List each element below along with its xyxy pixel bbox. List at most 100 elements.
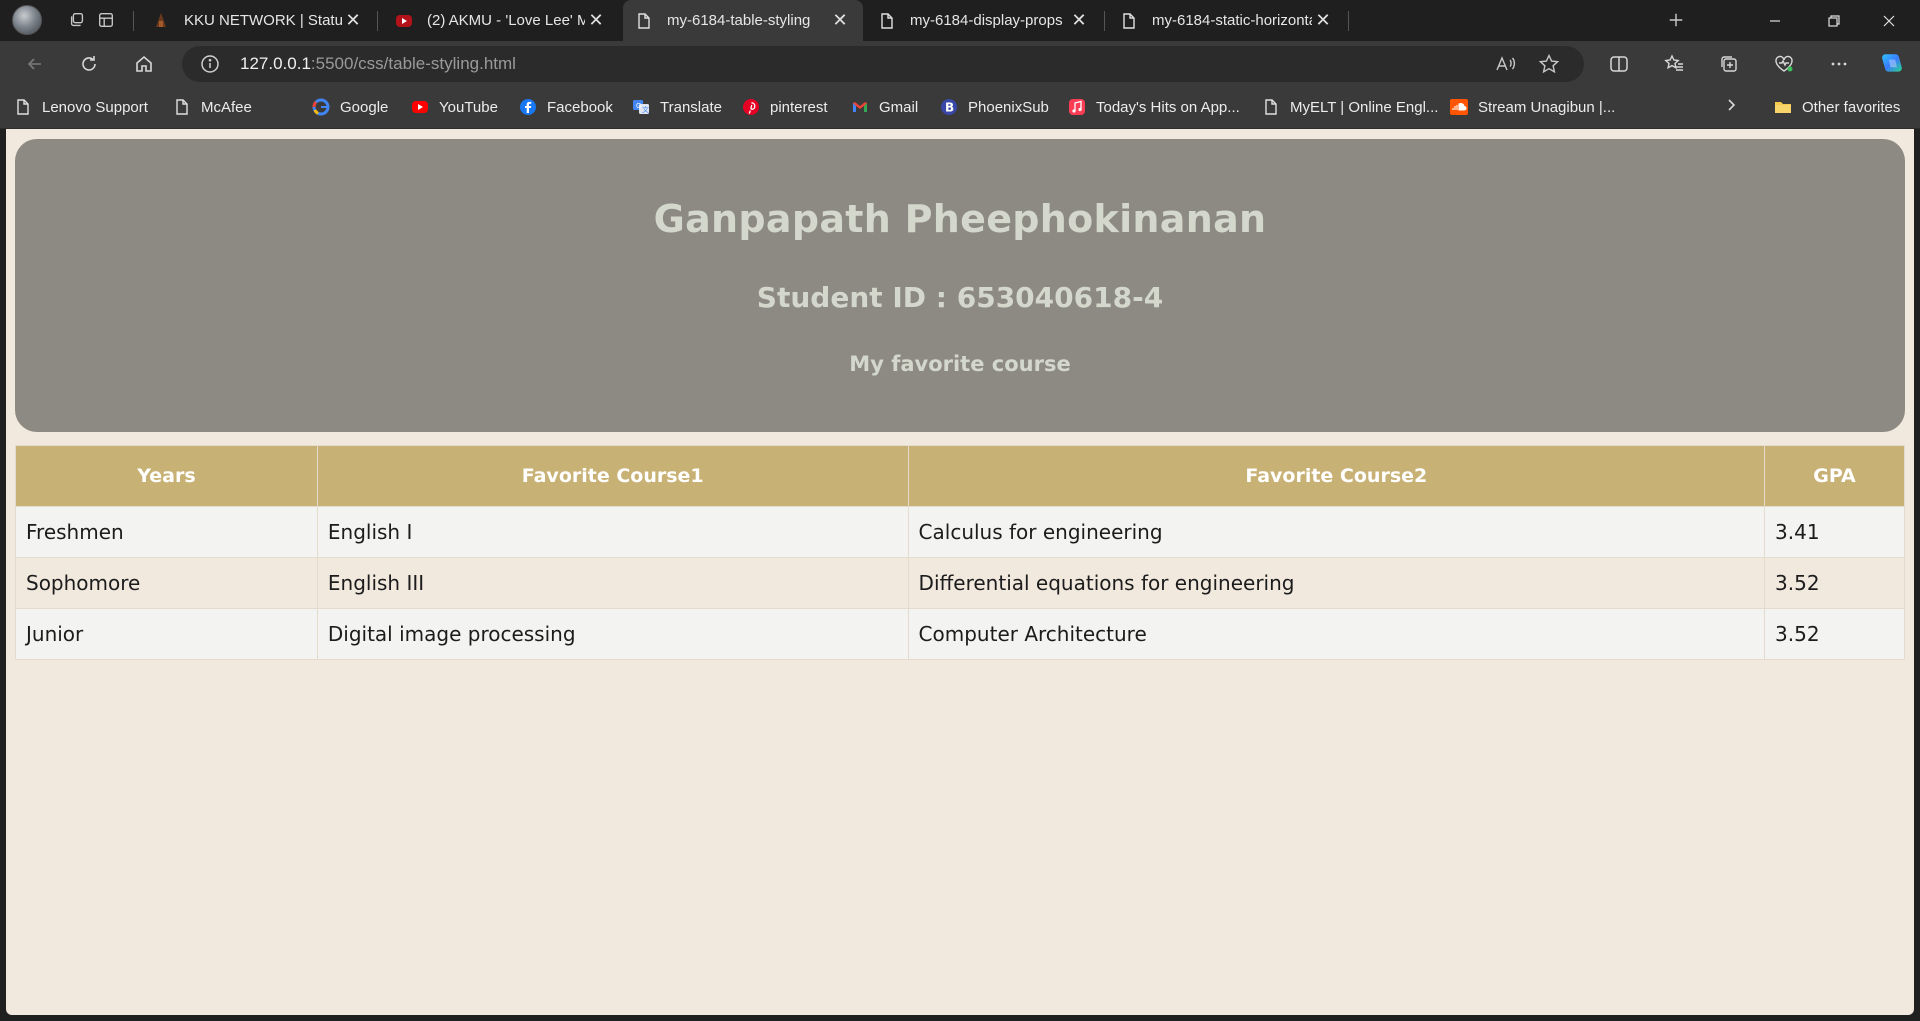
table-row: Sophomore English III Differential equat… bbox=[15, 557, 1905, 609]
other-favorites-label: Other favorites bbox=[1802, 98, 1901, 116]
tab-title: my-6184-static-horizontal-nav-bar bbox=[1152, 12, 1312, 29]
read-aloud-icon[interactable] bbox=[1494, 53, 1516, 75]
tab-title: (2) AKMU - 'Love Lee' M/V - YouTube bbox=[427, 12, 585, 29]
minimize-icon[interactable] bbox=[1752, 0, 1798, 41]
close-icon[interactable]: ✕ bbox=[342, 10, 364, 32]
url-text: 127.0.0.1:5500/css/table-styling.html bbox=[240, 54, 516, 74]
cell-course1: English I bbox=[316, 506, 909, 558]
youtube-icon bbox=[411, 98, 429, 116]
tab-separator bbox=[133, 11, 134, 31]
tab-separator bbox=[377, 11, 378, 31]
svg-text:B: B bbox=[945, 101, 954, 115]
tab-horizontal-nav-bar[interactable]: my-6184-static-horizontal-nav-bar ✕ bbox=[1108, 0, 1346, 41]
youtube-icon bbox=[395, 12, 413, 30]
google-icon bbox=[312, 98, 330, 116]
favorites-bar: Lenovo Support McAfee Google YouTube Fac… bbox=[0, 86, 1920, 129]
cell-year: Sophomore bbox=[15, 557, 318, 609]
favorite-youtube[interactable]: YouTube bbox=[411, 96, 498, 118]
close-icon[interactable]: ✕ bbox=[1068, 10, 1090, 32]
favorite-mcafee[interactable]: McAfee bbox=[173, 96, 252, 118]
tab-title: my-6184-table-styling bbox=[667, 12, 811, 29]
workspaces-icon[interactable] bbox=[61, 6, 93, 34]
cell-year: Junior bbox=[15, 608, 318, 660]
favorite-label: pinterest bbox=[770, 98, 828, 116]
favorite-label: Today's Hits on App... bbox=[1096, 98, 1240, 116]
close-icon[interactable]: ✕ bbox=[585, 10, 607, 32]
table-header-row: Years Favorite Course1 Favorite Course2 … bbox=[15, 445, 1905, 507]
collections-icon[interactable] bbox=[1713, 48, 1745, 80]
tab-table-styling[interactable]: my-6184-table-styling ✕ bbox=[623, 0, 863, 41]
header-favorite-course1: Favorite Course1 bbox=[316, 445, 909, 507]
cell-course2: Computer Architecture bbox=[907, 608, 1766, 660]
favorite-translate[interactable]: G文 Translate bbox=[632, 96, 722, 118]
favorite-star-icon[interactable] bbox=[1538, 53, 1560, 75]
soundcloud-icon bbox=[1450, 98, 1468, 116]
table-row: Junior Digital image processing Computer… bbox=[15, 608, 1905, 660]
cell-course1: Digital image processing bbox=[316, 608, 909, 660]
refresh-icon[interactable] bbox=[73, 48, 105, 80]
tab-separator bbox=[1348, 11, 1349, 31]
favorite-pinterest[interactable]: pinterest bbox=[742, 96, 828, 118]
close-icon[interactable]: ✕ bbox=[829, 10, 851, 32]
copilot-icon[interactable] bbox=[1876, 48, 1908, 80]
cell-gpa: 3.41 bbox=[1764, 506, 1905, 558]
tab-display-props[interactable]: my-6184-display-props ✕ bbox=[866, 0, 1102, 41]
pinterest-icon bbox=[742, 98, 760, 116]
favorite-myelt[interactable]: MyELT | Online Engl... bbox=[1262, 96, 1438, 118]
favorite-label: YouTube bbox=[439, 98, 498, 116]
svg-text:G: G bbox=[636, 103, 641, 110]
facebook-icon bbox=[519, 98, 537, 116]
favorite-gmail[interactable]: Gmail bbox=[851, 96, 918, 118]
navigation-toolbar: 127.0.0.1:5500/css/table-styling.html bbox=[0, 41, 1920, 86]
back-arrow-icon[interactable] bbox=[19, 48, 51, 80]
split-screen-icon[interactable] bbox=[1603, 48, 1635, 80]
address-bar[interactable]: 127.0.0.1:5500/css/table-styling.html bbox=[182, 46, 1584, 82]
kku-favicon-icon bbox=[152, 12, 170, 30]
favorites-list-icon[interactable] bbox=[1658, 48, 1690, 80]
favorite-label: Stream Unagibun |... bbox=[1478, 98, 1616, 116]
favorite-label: Translate bbox=[660, 98, 722, 116]
page-icon bbox=[1262, 98, 1280, 116]
svg-text:文: 文 bbox=[642, 105, 649, 114]
page-icon bbox=[173, 98, 191, 116]
header-years: Years bbox=[15, 445, 318, 507]
home-icon[interactable] bbox=[128, 48, 160, 80]
header-favorite-course2: Favorite Course2 bbox=[907, 445, 1766, 507]
favorite-label: MyELT | Online Engl... bbox=[1290, 98, 1439, 116]
gmail-icon bbox=[851, 98, 869, 116]
profile-header: Ganpapath Pheephokinanan Student ID : 65… bbox=[15, 139, 1905, 432]
window-close-icon[interactable] bbox=[1866, 0, 1912, 41]
header-gpa: GPA bbox=[1764, 445, 1905, 507]
page-icon bbox=[1120, 12, 1138, 30]
new-tab-icon[interactable] bbox=[1660, 6, 1692, 34]
favorite-facebook[interactable]: Facebook bbox=[519, 96, 613, 118]
favorite-phoenixsub[interactable]: B PhoenixSub bbox=[940, 96, 1049, 118]
close-icon[interactable]: ✕ bbox=[1312, 10, 1334, 32]
favorite-other-favorites[interactable]: Other favorites bbox=[1774, 96, 1900, 118]
chevron-right-icon[interactable] bbox=[1719, 94, 1743, 116]
favorite-courses-table: Years Favorite Course1 Favorite Course2 … bbox=[15, 445, 1905, 660]
page-icon bbox=[878, 12, 896, 30]
apple-music-icon bbox=[1068, 98, 1086, 116]
tab-youtube-video[interactable]: (2) AKMU - 'Love Lee' M/V - YouTube ✕ bbox=[383, 0, 619, 41]
favorite-label: PhoenixSub bbox=[968, 98, 1049, 116]
page-icon bbox=[14, 98, 32, 116]
favorite-apple-music[interactable]: Today's Hits on App... bbox=[1068, 96, 1240, 118]
phoenixsub-icon: B bbox=[940, 98, 958, 116]
browser-essentials-icon[interactable] bbox=[1768, 48, 1800, 80]
favorite-soundcloud[interactable]: Stream Unagibun |... bbox=[1450, 96, 1615, 118]
cell-gpa: 3.52 bbox=[1764, 557, 1905, 609]
table-row: Freshmen English I Calculus for engineer… bbox=[15, 506, 1905, 558]
cell-gpa: 3.52 bbox=[1764, 608, 1905, 660]
favorite-lenovo-support[interactable]: Lenovo Support bbox=[14, 96, 148, 118]
site-info-icon[interactable] bbox=[200, 54, 220, 74]
tab-kku-network[interactable]: KKU NETWORK | Status ✕ bbox=[140, 0, 376, 41]
tab-actions-icon[interactable] bbox=[90, 6, 122, 34]
more-options-icon[interactable] bbox=[1823, 48, 1855, 80]
student-id: Student ID : 653040618-4 bbox=[756, 281, 1164, 314]
favorite-google[interactable]: Google bbox=[312, 96, 388, 118]
restore-icon[interactable] bbox=[1811, 0, 1857, 41]
profile-avatar[interactable] bbox=[12, 5, 42, 35]
cell-course2: Differential equations for engineering bbox=[907, 557, 1766, 609]
url-host: 127.0.0.1 bbox=[240, 54, 311, 73]
